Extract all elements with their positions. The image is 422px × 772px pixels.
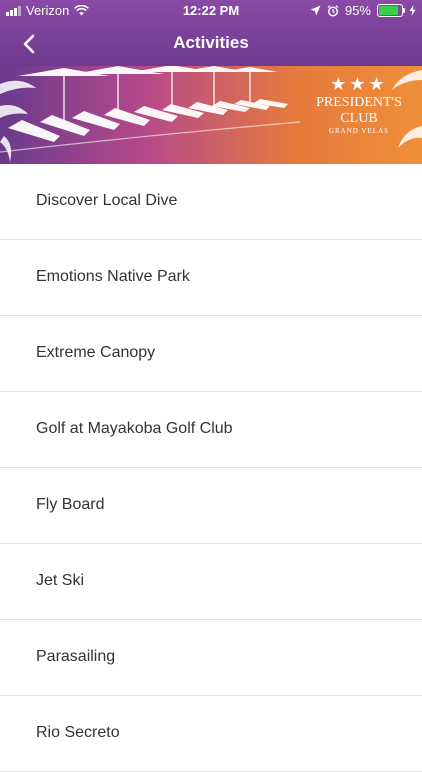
alarm-icon	[327, 4, 339, 17]
list-item[interactable]: Parasailing	[0, 620, 422, 696]
logo-stars: ★★★	[330, 74, 388, 94]
logo-line-1: PRESIDENT'S	[316, 95, 402, 110]
page-title: Activities	[173, 33, 249, 52]
location-arrow-icon	[310, 5, 321, 16]
list-item-label: Rio Secreto	[36, 724, 120, 741]
battery-percent: 95%	[344, 3, 371, 18]
list-item-label: Extreme Canopy	[36, 344, 156, 361]
logo-line-2: CLUB	[340, 111, 378, 126]
resort-banner: ★★★ PRESIDENT'S CLUB GRAND VELAS	[0, 66, 422, 164]
list-item[interactable]: Discover Local Dive	[0, 164, 422, 240]
list-item-label: Parasailing	[36, 648, 116, 665]
list-item[interactable]: Rio Secreto	[0, 696, 422, 772]
list-item-label: Golf at Mayakoba Golf Club	[36, 420, 233, 437]
list-item[interactable]: Emotions Native Park	[0, 240, 422, 316]
list-item[interactable]: Jet Ski	[0, 544, 422, 620]
status-bar: Verizon 12:22 PM 95%	[0, 0, 422, 22]
logo-subtitle: GRAND VELAS	[328, 127, 390, 135]
activities-list: Discover Local Dive Emotions Native Park…	[0, 164, 422, 772]
list-item-label: Emotions Native Park	[36, 268, 190, 285]
charging-bolt-icon	[409, 5, 416, 16]
list-item[interactable]: Extreme Canopy	[0, 316, 422, 392]
presidents-club-logo: ★★★ PRESIDENT'S CLUB GRAND VELAS	[314, 74, 404, 135]
battery-icon	[377, 4, 405, 17]
navigation-bar: Activities	[0, 22, 422, 66]
list-item-label: Fly Board	[36, 496, 105, 513]
list-item-label: Jet Ski	[36, 572, 85, 589]
list-item[interactable]: Fly Board	[0, 468, 422, 544]
list-item-label: Discover Local Dive	[36, 192, 178, 209]
list-item[interactable]: Golf at Mayakoba Golf Club	[0, 392, 422, 468]
header-background: Verizon 12:22 PM 95% Activities	[0, 0, 422, 66]
